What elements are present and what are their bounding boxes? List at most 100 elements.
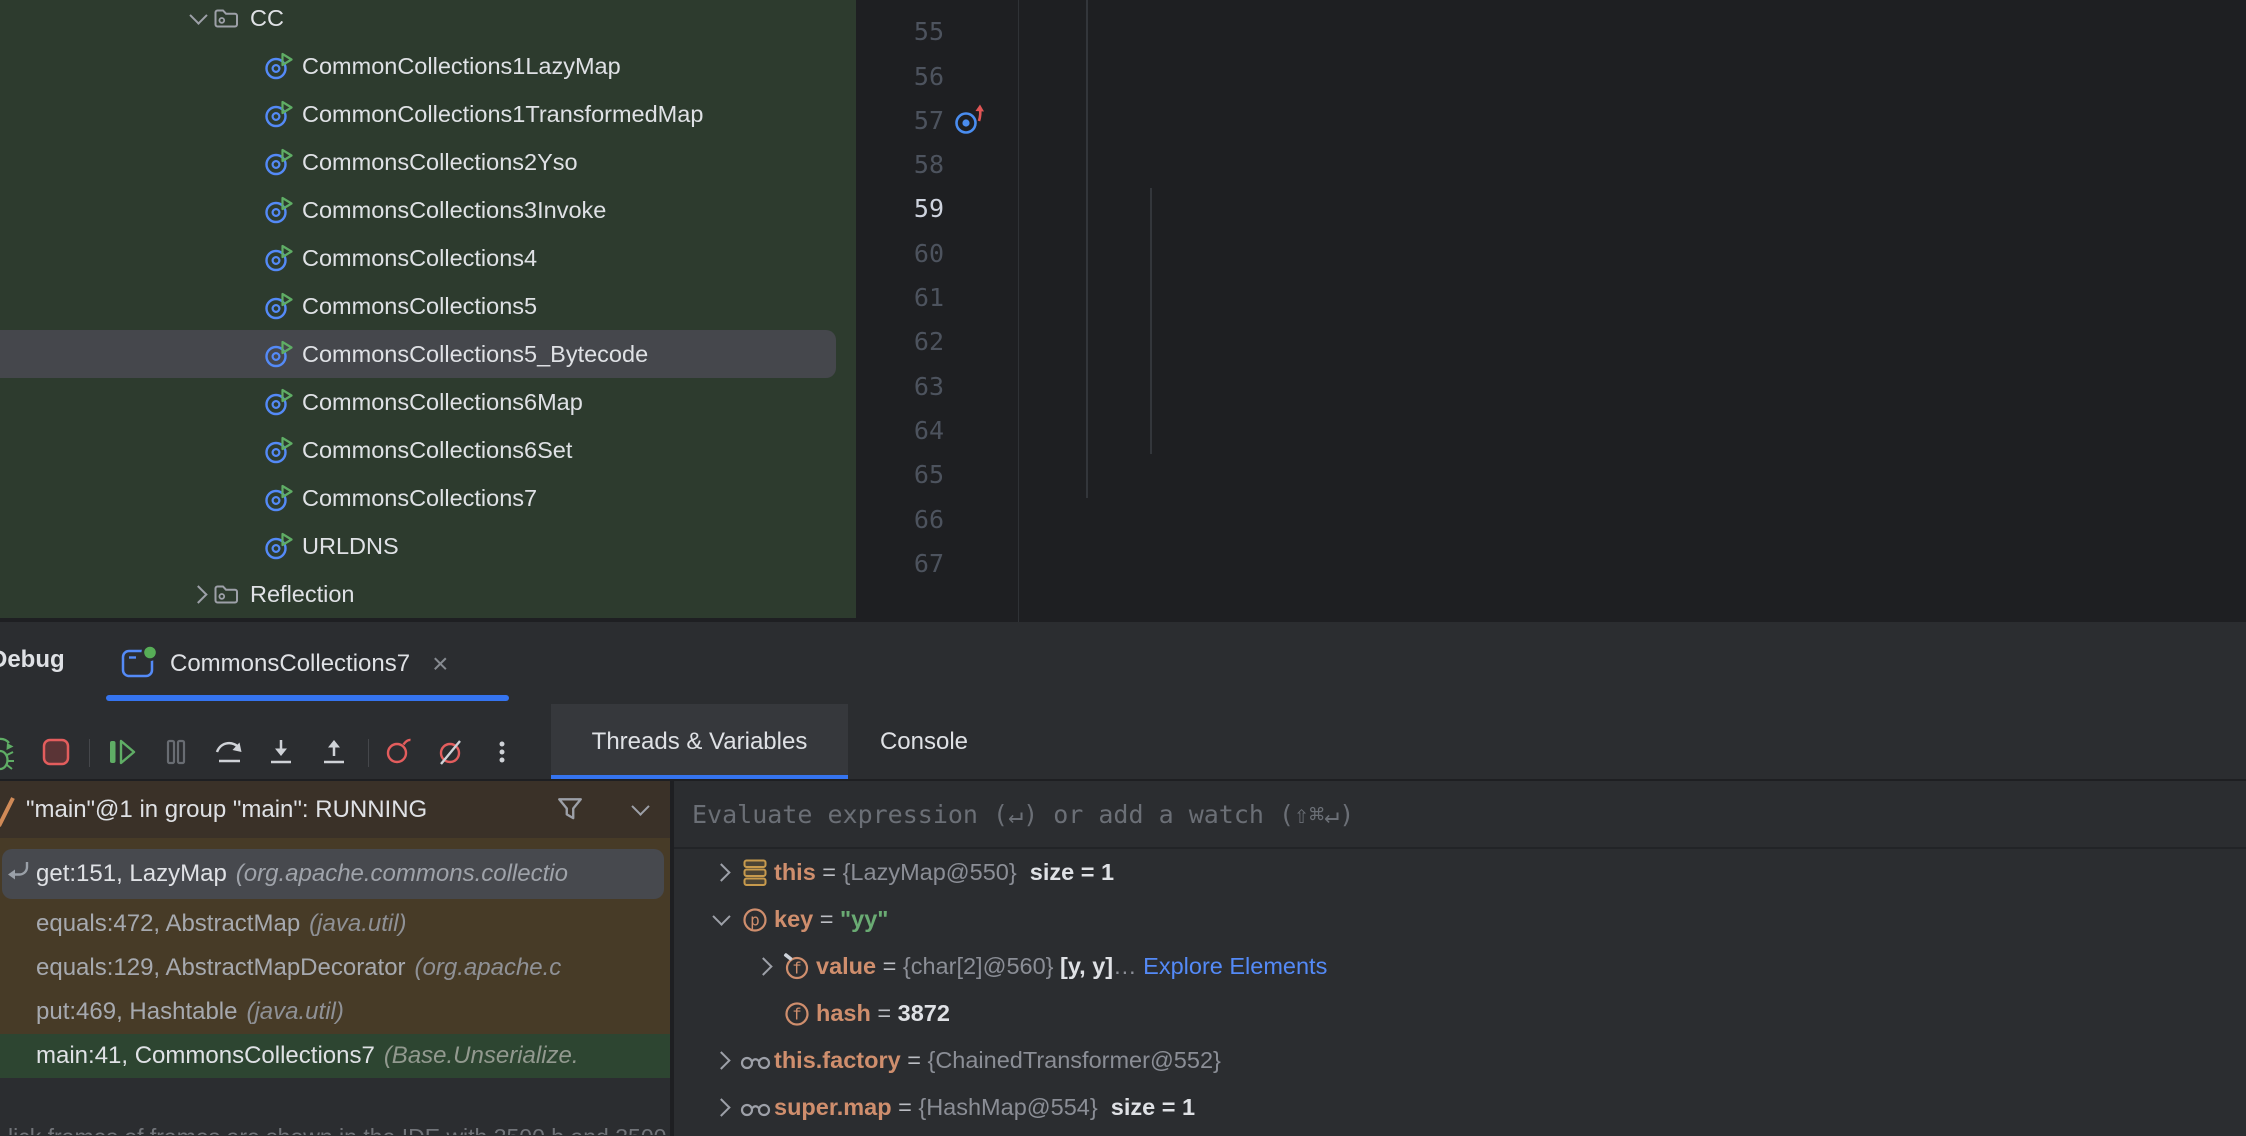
step-over-icon[interactable] <box>213 736 245 770</box>
chevron-down-icon[interactable] <box>186 12 210 25</box>
line-number[interactable]: 60 <box>856 232 944 276</box>
code-line-66[interactable]: 66 <box>856 498 2246 542</box>
tree-item-commoncollections1transformedmap[interactable]: CommonCollections1TransformedMap <box>0 90 856 138</box>
gutter-slot[interactable] <box>944 55 1010 99</box>
tree-item-commonscollections6set[interactable]: CommonsCollections6Set <box>0 426 856 474</box>
tree-item-commonscollections2yso[interactable]: CommonsCollections2Yso <box>0 138 856 186</box>
code-line-54[interactable]: 54 <box>856 0 2246 10</box>
step-out-icon[interactable] <box>318 736 350 770</box>
tab-threads-variables[interactable]: Threads & Variables <box>551 704 848 780</box>
field-f-pen-icon: f <box>778 953 816 981</box>
tree-item-commonscollections5[interactable]: CommonsCollections5 <box>0 282 856 330</box>
gutter-slot[interactable] <box>944 276 1010 320</box>
gutter-slot[interactable] <box>944 409 1010 453</box>
code-line-67[interactable]: 67 <box>856 542 2246 586</box>
explore-elements-link[interactable]: Explore Elements <box>1137 953 1328 980</box>
chevron-right-icon[interactable] <box>186 588 210 601</box>
tree-folder-reflection[interactable]: Reflection <box>0 570 856 618</box>
gutter-slot[interactable] <box>944 0 1010 10</box>
execution-point-icon[interactable] <box>944 99 1010 143</box>
stack-frame-row[interactable]: equals:129, AbstractMapDecorator(org.apa… <box>0 946 670 990</box>
tree-item-label: CommonsCollections2Yso <box>302 149 578 176</box>
more-options-icon[interactable] <box>486 736 518 770</box>
variable-row-key[interactable]: pkey = "yy" <box>706 896 888 943</box>
code-line-55[interactable]: 55 <box>856 10 2246 54</box>
variable-row-value[interactable]: fvalue = {char[2]@560} [y, y]… Explore E… <box>748 943 1327 990</box>
code-line-61[interactable]: 61 <box>856 276 2246 320</box>
code-line-56[interactable]: 56 <box>856 55 2246 99</box>
filter-icon[interactable] <box>556 795 584 828</box>
variable-row-super-map[interactable]: super.map = {HashMap@554} size = 1 <box>706 1084 1195 1131</box>
gutter-slot[interactable] <box>944 453 1010 497</box>
line-number[interactable]: 63 <box>856 365 944 409</box>
line-number[interactable]: 58 <box>856 143 944 187</box>
code-line-59[interactable]: 59 <box>856 187 2246 231</box>
tree-item-commonscollections3invoke[interactable]: CommonsCollections3Invoke <box>0 186 856 234</box>
code-line-63[interactable]: 63 <box>856 365 2246 409</box>
pause-icon[interactable] <box>160 736 192 770</box>
chevron-right-icon[interactable] <box>706 1054 736 1067</box>
variable-row-this-factory[interactable]: this.factory = {ChainedTransformer@552} <box>706 1037 1221 1084</box>
stack-frame-row[interactable]: get:151, LazyMap(org.apache.commons.coll… <box>0 849 670 899</box>
chevron-right-icon[interactable] <box>706 1101 736 1114</box>
chevron-right-icon[interactable] <box>748 960 778 973</box>
thread-status-label: "main"@1 in group "main": RUNNING <box>26 796 427 824</box>
line-number[interactable]: 55 <box>856 10 944 54</box>
frame-location: put:469, Hashtable <box>36 998 237 1026</box>
resume-icon[interactable] <box>106 736 138 770</box>
step-into-icon[interactable] <box>265 736 297 770</box>
line-number[interactable]: 62 <box>856 320 944 364</box>
stack-frame-row[interactable]: main:41, CommonsCollections7(Base.Unseri… <box>0 1034 670 1078</box>
line-number[interactable]: 66 <box>856 498 944 542</box>
line-number[interactable]: 64 <box>856 409 944 453</box>
line-number[interactable]: 61 <box>856 276 944 320</box>
chevron-right-icon[interactable] <box>706 866 736 879</box>
line-number[interactable]: 57 <box>856 99 944 143</box>
gutter-slot[interactable] <box>944 320 1010 364</box>
runnable-class-icon <box>262 291 294 321</box>
line-number[interactable]: 56 <box>856 55 944 99</box>
gutter-slot[interactable] <box>944 498 1010 542</box>
view-breakpoints-icon[interactable] <box>383 736 415 770</box>
stack-frame-row[interactable]: put:469, Hashtable(java.util) <box>0 990 670 1034</box>
code-line-58[interactable]: 58 <box>856 143 2246 187</box>
variable-row-this[interactable]: this = {LazyMap@550} size = 1 <box>706 849 1114 896</box>
thread-status-bar[interactable]: "main"@1 in group "main": RUNNING <box>0 781 670 840</box>
gutter-slot[interactable] <box>944 187 1010 231</box>
line-number[interactable]: 65 <box>856 453 944 497</box>
code-line-62[interactable]: 62 <box>856 320 2246 364</box>
line-number[interactable]: 54 <box>856 0 944 10</box>
tree-item-commonscollections5_bytecode[interactable]: CommonsCollections5_Bytecode <box>0 330 836 378</box>
stack-frame-row[interactable]: equals:472, AbstractMap(java.util) <box>0 902 670 946</box>
code-editor[interactable]: 5455565758596061626364656667 <box>856 0 2246 622</box>
code-line-57[interactable]: 57 <box>856 99 2246 143</box>
tree-folder-cc[interactable]: CC <box>0 0 856 42</box>
close-icon[interactable]: × <box>432 650 448 678</box>
toolbar-separator <box>89 739 90 767</box>
gutter-slot[interactable] <box>944 542 1010 586</box>
chevron-down-icon[interactable] <box>706 913 736 926</box>
code-line-60[interactable]: 60 <box>856 232 2246 276</box>
gutter-slot[interactable] <box>944 365 1010 409</box>
tree-item-commonscollections4[interactable]: CommonsCollections4 <box>0 234 856 282</box>
chevron-down-icon[interactable] <box>631 797 649 815</box>
variable-row-hash[interactable]: fhash = 3872 <box>748 990 950 1037</box>
line-number[interactable]: 59 <box>856 187 944 231</box>
code-line-65[interactable]: 65 <box>856 453 2246 497</box>
code-line-64[interactable]: 64 <box>856 409 2246 453</box>
stop-icon[interactable] <box>40 736 72 770</box>
evaluate-expression-input[interactable]: Evaluate expression (↵) or add a watch (… <box>674 781 2246 849</box>
variable-name: this <box>774 859 816 886</box>
tree-item-commoncollections1lazymap[interactable]: CommonCollections1LazyMap <box>0 42 856 90</box>
tree-item-urldns[interactable]: URLDNS <box>0 522 856 570</box>
line-number[interactable]: 67 <box>856 542 944 586</box>
gutter-slot[interactable] <box>944 143 1010 187</box>
mute-breakpoints-icon[interactable] <box>436 736 468 770</box>
gutter-slot[interactable] <box>944 10 1010 54</box>
tree-item-commonscollections7[interactable]: CommonsCollections7 <box>0 474 856 522</box>
tree-item-commonscollections6map[interactable]: CommonsCollections6Map <box>0 378 856 426</box>
debug-session-tab[interactable]: CommonsCollections7 × <box>120 642 448 686</box>
tab-console[interactable]: Console <box>848 704 1000 780</box>
rerun-debug-icon[interactable] <box>0 736 12 770</box>
gutter-slot[interactable] <box>944 232 1010 276</box>
